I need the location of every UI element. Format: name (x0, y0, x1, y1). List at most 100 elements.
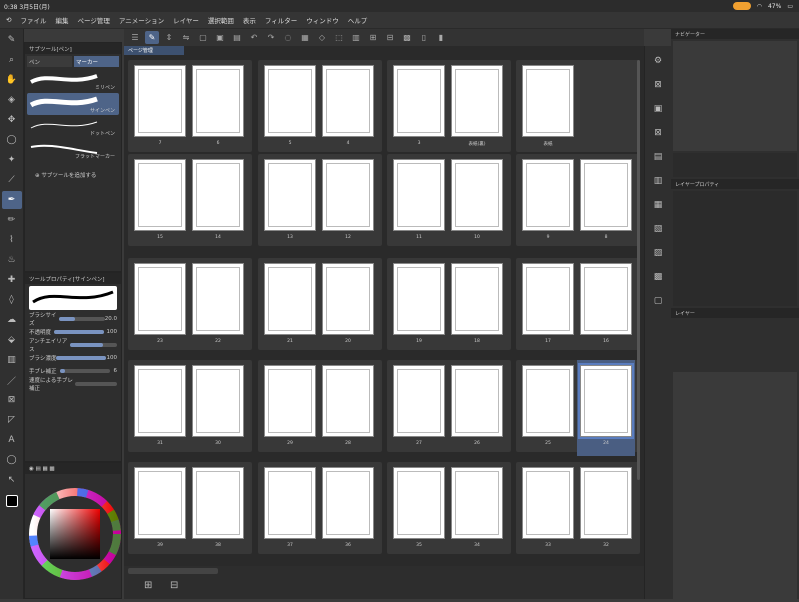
page-thumbnail[interactable] (264, 467, 316, 539)
ruler-tool-icon[interactable]: ◸ (2, 411, 22, 429)
page-thumbnail[interactable] (393, 365, 445, 437)
navigator-view[interactable] (673, 41, 797, 151)
add-subtool-button[interactable]: ⊕ サブツールを追加する (35, 171, 96, 179)
page-thumbnail[interactable] (393, 263, 445, 335)
page-thumbnail[interactable] (134, 65, 186, 137)
page-thumbnail[interactable] (134, 263, 186, 335)
airbrush-icon[interactable]: ♨ (2, 251, 22, 269)
panel-icon-4[interactable]: ▤ (650, 150, 666, 164)
open-folder-icon[interactable]: ▣ (213, 31, 227, 44)
app-icon[interactable]: ⟲ (6, 16, 11, 24)
page-thumbnail[interactable] (264, 65, 316, 137)
pencil-icon[interactable]: ✏ (2, 211, 22, 229)
panel-icon-5[interactable]: ▥ (650, 174, 666, 188)
page-thumbnail[interactable] (192, 365, 244, 437)
page-thumbnail[interactable] (192, 467, 244, 539)
brush-size-icon[interactable]: ✎ (2, 31, 22, 49)
main-color-swatch[interactable] (5, 495, 18, 507)
redo-icon[interactable]: ↷ (264, 31, 278, 44)
vertical-scrollbar[interactable] (637, 60, 640, 480)
add-spread-icon[interactable]: ⊟ (170, 580, 178, 591)
add-page-icon[interactable]: ⊞ (144, 580, 152, 591)
pen-tool-icon[interactable]: ✒ (1, 191, 22, 209)
property-slider[interactable] (56, 355, 107, 360)
page-thumbnail[interactable] (393, 65, 445, 137)
fill-icon[interactable]: ▦ (298, 31, 312, 44)
deselect-icon[interactable]: ⬚ (332, 31, 346, 44)
menu-window[interactable]: ウィンドウ (306, 15, 339, 25)
property-slider[interactable] (75, 381, 117, 386)
tool-property-row[interactable]: ブラシ濃度 100 (25, 351, 121, 364)
page-thumbnail[interactable] (192, 159, 244, 231)
page-thumbnail[interactable] (322, 467, 374, 539)
menu-list-icon[interactable]: ☰ (128, 31, 142, 44)
snap-icon[interactable]: ⊞ (366, 31, 380, 44)
panel-icon-7[interactable]: ▧ (650, 222, 666, 236)
invert-selection-icon[interactable]: ▥ (349, 31, 363, 44)
page-thumbnail[interactable] (322, 65, 374, 137)
page-thumbnail[interactable] (264, 263, 316, 335)
menu-file[interactable]: ファイル (20, 15, 46, 25)
tool-property-row[interactable]: 速度による手ブレ補正 (25, 377, 121, 392)
page-thumbnail[interactable] (192, 263, 244, 335)
brush-icon[interactable]: ⌇ (2, 231, 22, 249)
page-thumbnail[interactable] (522, 467, 574, 539)
tool-property-row[interactable]: ブラシサイズ 20.0 (25, 312, 121, 327)
mirror-icon[interactable]: ⇋ (179, 31, 193, 44)
panel-icon-2[interactable]: ▣ (650, 102, 666, 116)
magic-wand-icon[interactable]: ✦ (2, 151, 22, 169)
balloon-icon[interactable]: ◯ (2, 451, 22, 469)
page-thumbnail[interactable] (580, 467, 632, 539)
panel-icon-1[interactable]: ⊠ (650, 78, 666, 92)
pen-mode-icon[interactable]: ✎ (145, 31, 159, 44)
tablet-icon[interactable]: ▮ (434, 31, 448, 44)
gradient-icon[interactable]: ▥ (2, 351, 22, 369)
transform-icon[interactable]: ◇ (315, 31, 329, 44)
page-thumbnail[interactable] (134, 159, 186, 231)
fill-bucket-icon[interactable]: ⬙ (2, 331, 22, 349)
page-thumbnail[interactable] (580, 159, 632, 231)
page-scroll[interactable] (128, 568, 218, 574)
page-thumbnail[interactable] (451, 467, 503, 539)
brush-item-sign-pen[interactable]: サインペン (27, 93, 119, 115)
page-thumbnail[interactable] (451, 65, 503, 137)
page-thumbnail[interactable] (451, 263, 503, 335)
page-thumbnail[interactable] (192, 65, 244, 137)
figure-icon[interactable]: ／ (2, 371, 22, 389)
menu-help[interactable]: ヘルプ (348, 15, 368, 25)
text-tool-icon[interactable]: A (2, 431, 22, 449)
menu-page-management[interactable]: ページ管理 (77, 15, 109, 25)
page-thumbnail[interactable] (264, 365, 316, 437)
device-icon[interactable]: ▯ (417, 31, 431, 44)
frame-icon[interactable]: ⊠ (2, 391, 22, 409)
zoom-icon[interactable]: ⌕ (2, 51, 22, 69)
page-thumbnail[interactable] (451, 159, 503, 231)
eraser-icon[interactable]: ◊ (2, 291, 22, 309)
panel-icon-3[interactable]: ⊠ (650, 126, 666, 140)
menu-view[interactable]: 表示 (243, 15, 256, 25)
menu-edit[interactable]: 編集 (55, 15, 68, 25)
brush-item-milli-pen[interactable]: ミリペン (27, 70, 119, 92)
page-thumbnail[interactable] (322, 159, 374, 231)
layer-list[interactable] (673, 372, 797, 602)
settings-icon[interactable]: ⚙ (650, 54, 666, 68)
decoration-icon[interactable]: ✚ (2, 271, 22, 289)
grid-icon[interactable]: ▩ (400, 31, 414, 44)
page-thumbnail[interactable] (134, 467, 186, 539)
save-icon[interactable]: ▤ (230, 31, 244, 44)
clear-icon[interactable]: ◌ (281, 31, 295, 44)
tab-pen[interactable]: ペン (27, 56, 72, 67)
page-thumbnail[interactable] (580, 263, 632, 335)
brush-item-flat-marker[interactable]: フラットマーカー (27, 139, 119, 161)
panel-icon-9[interactable]: ▩ (650, 270, 666, 284)
property-slider[interactable] (70, 342, 117, 347)
menu-layer[interactable]: レイヤー (173, 15, 199, 25)
property-slider[interactable] (58, 316, 105, 321)
page-thumbnail[interactable] (393, 467, 445, 539)
tool-property-row[interactable]: アンチエイリアス (25, 338, 121, 353)
brush-item-dot-pen[interactable]: ドットペン (27, 116, 119, 138)
page-thumbnail[interactable] (578, 363, 634, 439)
menu-animation[interactable]: アニメーション (119, 15, 164, 25)
page-thumbnail[interactable] (134, 365, 186, 437)
lasso-icon[interactable]: ◯ (2, 131, 22, 149)
